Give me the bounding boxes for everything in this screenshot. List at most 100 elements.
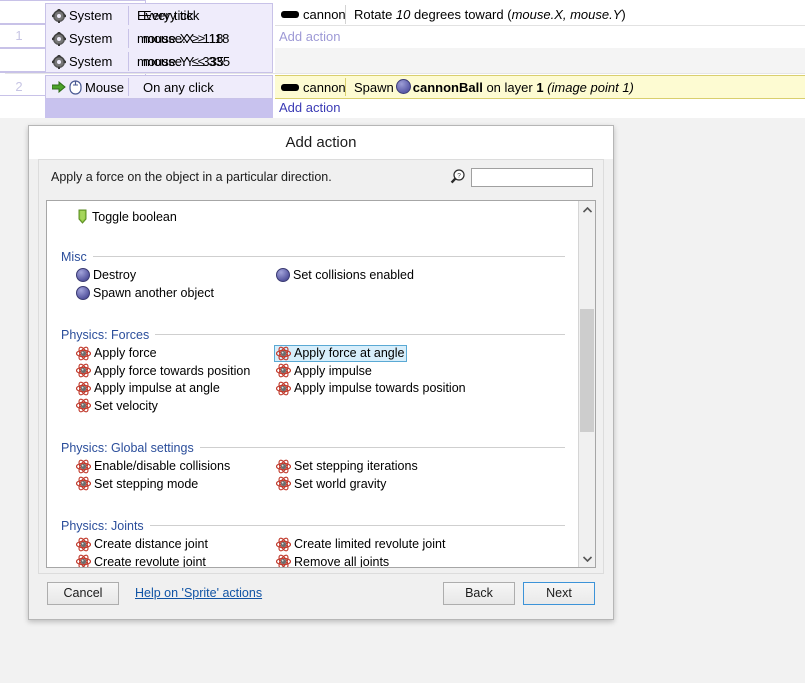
physics-icon: [75, 381, 92, 396]
list-item-label: Set stepping iterations: [294, 459, 418, 474]
dialog-description-bar: Apply a force on the object in a particu…: [39, 160, 603, 194]
next-button[interactable]: Next: [523, 581, 595, 605]
vertical-scrollbar[interactable]: [578, 201, 595, 567]
boolean-icon: [76, 209, 89, 225]
list-item-label: Create limited revolute joint: [294, 537, 446, 552]
list-item[interactable]: Set stepping iterations: [274, 458, 420, 476]
list-item-label: Remove all joints: [294, 554, 390, 568]
list-item[interactable]: Set stepping mode: [74, 475, 200, 493]
object-icon: [76, 285, 90, 300]
list-item-label: Apply impulse: [294, 363, 372, 378]
list-item-label: Create revolute joint: [94, 554, 206, 568]
scroll-up-button[interactable]: [579, 201, 595, 218]
condition-object-name: System: [69, 8, 113, 23]
list-item[interactable]: Create limited revolute joint: [274, 536, 447, 554]
event-row-2-gutter: [5, 99, 45, 118]
magnifier-help-icon[interactable]: ?: [450, 169, 466, 185]
list-item[interactable]: Set velocity: [74, 397, 160, 415]
gear-icon: [52, 8, 66, 23]
condition-object[interactable]: System: [46, 31, 128, 46]
action-layer-value: 1: [536, 80, 544, 95]
action-text[interactable]: Spawn cannonBall on layer 1 (image point …: [346, 79, 634, 95]
action-param-degrees: 10: [395, 7, 411, 22]
event-row-number: 1: [15, 28, 23, 43]
physics-icon: [75, 554, 92, 567]
cancel-button[interactable]: Cancel: [47, 581, 119, 605]
dialog-title: Add action: [285, 134, 357, 151]
action-verb: Rotate: [354, 7, 396, 22]
list-item[interactable]: Remove all joints: [274, 553, 391, 568]
group-items: Apply force Apply force at angle Apply f…: [47, 344, 579, 415]
list-item[interactable]: Set collisions enabled: [274, 267, 416, 285]
group-divider: [199, 447, 565, 448]
object-icon: [276, 268, 290, 283]
action-list-content: Toggle boolean Misc Destroy Set collisio…: [47, 201, 579, 567]
condition-object[interactable]: Mouse: [46, 80, 128, 95]
list-item-label: Create distance joint: [94, 537, 208, 552]
list-item[interactable]: Create revolute joint: [74, 553, 208, 568]
help-link[interactable]: Help on 'Sprite' actions: [135, 586, 262, 600]
action-row[interactable]: cannon Rotate 10 degrees toward (mouse.X…: [275, 3, 805, 26]
action-object[interactable]: cannon: [275, 80, 346, 95]
column-divider: [128, 78, 129, 96]
list-item[interactable]: Apply impulse at angle: [74, 380, 222, 398]
list-item[interactable]: Spawn another object: [74, 284, 216, 302]
condition-text[interactable]: mouse.Y ≤ 335: [135, 54, 230, 69]
dialog-description: Apply a force on the object in a particu…: [51, 170, 332, 184]
cannon-icon: [281, 11, 299, 18]
action-end-text: ): [621, 7, 626, 22]
condition-text[interactable]: mouse.X ≥ 118: [135, 31, 229, 46]
list-item-label: Enable/disable collisions: [94, 459, 231, 474]
group-header: Physics: Joints: [47, 519, 579, 533]
list-item[interactable]: Apply impulse: [274, 362, 374, 380]
group-title: Physics: Global settings: [61, 440, 194, 455]
condition-text[interactable]: On any click: [135, 80, 214, 95]
group-header: Misc: [47, 250, 579, 264]
mouse-icon: [69, 79, 82, 95]
action-object[interactable]: cannon: [275, 7, 346, 22]
search-area: ?: [450, 167, 593, 187]
right-arrow-icon: [51, 80, 66, 94]
physics-icon: [275, 476, 292, 491]
gear-icon: [52, 31, 66, 46]
add-action-link[interactable]: Add action: [279, 29, 340, 44]
group-title: Misc: [61, 249, 87, 264]
list-item[interactable]: Destroy: [74, 267, 138, 285]
list-item-label: Destroy: [93, 268, 137, 283]
condition-object[interactable]: System: [46, 8, 128, 23]
list-item[interactable]: Apply force towards position: [74, 362, 252, 380]
action-param-coords: mouse.X, mouse.Y: [511, 7, 622, 22]
list-item-selected[interactable]: Apply force at angle: [274, 344, 407, 362]
physics-icon: [75, 459, 92, 474]
list-item[interactable]: Set world gravity: [274, 475, 388, 493]
group-header: Physics: Forces: [47, 328, 579, 342]
event-row-1-actions: cannon Rotate 10 degrees toward (mouse.X…: [275, 3, 805, 26]
action-row[interactable]: cannon Spawn cannonBall on layer 1 (image…: [275, 76, 805, 98]
event-row-number: 2: [15, 79, 23, 94]
add-action-link[interactable]: Add action: [279, 100, 340, 115]
list-item[interactable]: Create distance joint: [74, 536, 210, 554]
dialog-body: Apply a force on the object in a particu…: [38, 159, 604, 574]
action-mid-text: on layer: [482, 80, 537, 95]
list-item[interactable]: Toggle boolean: [74, 208, 179, 226]
physics-icon: [275, 537, 292, 552]
dialog-footer: Cancel Help on 'Sprite' actions Back Nex…: [38, 574, 604, 612]
back-button[interactable]: Back: [443, 581, 515, 605]
scroll-down-button[interactable]: [579, 550, 595, 567]
event-row-divider: [5, 73, 805, 74]
condition-text[interactable]: Every tick: [135, 8, 199, 23]
list-item[interactable]: Apply impulse towards position: [274, 380, 468, 398]
action-object-name: cannon: [303, 7, 346, 22]
group-items: Enable/disable collisions Set stepping i…: [47, 458, 579, 493]
add-action-dialog: Add action Apply a force on the object i…: [28, 125, 614, 620]
search-input[interactable]: [471, 167, 593, 187]
list-item-label: Toggle boolean: [92, 209, 177, 224]
group-divider: [92, 256, 565, 257]
scrollbar-thumb[interactable]: [580, 309, 594, 432]
list-item-label: Set velocity: [94, 398, 158, 413]
list-item[interactable]: Enable/disable collisions: [74, 458, 232, 476]
action-text[interactable]: Rotate 10 degrees toward (mouse.X, mouse…: [346, 7, 626, 22]
action-list-leading-items: Toggle boolean: [47, 208, 579, 226]
list-item[interactable]: Apply force: [74, 345, 159, 363]
condition-object[interactable]: System: [46, 54, 128, 69]
